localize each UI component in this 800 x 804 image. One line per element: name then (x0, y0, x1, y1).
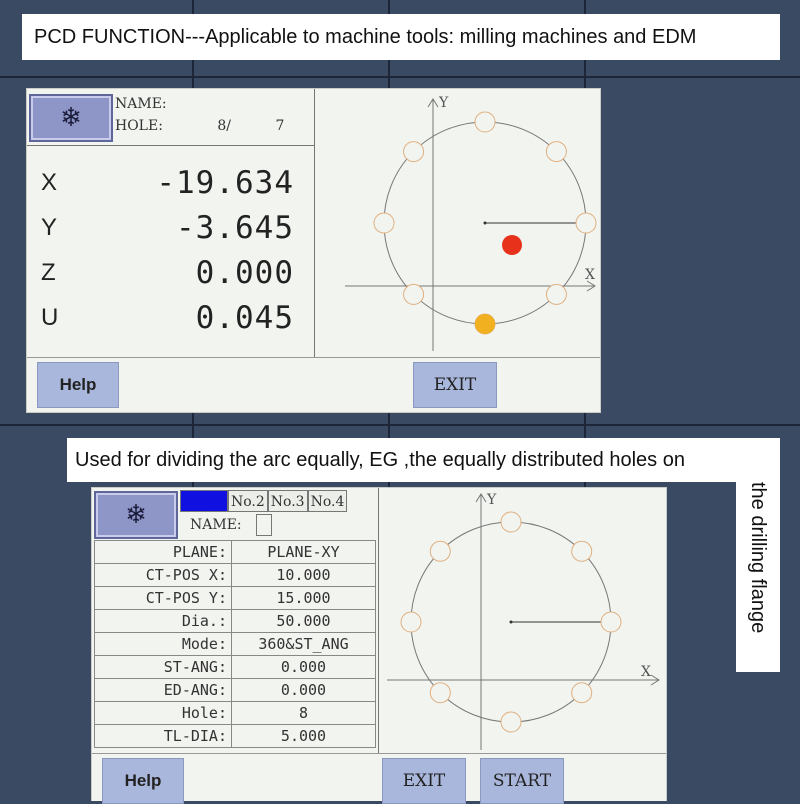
tab-no2[interactable]: No.2 (228, 490, 268, 512)
snowflake-icon[interactable]: ❄ (29, 94, 113, 142)
hole-marker (545, 141, 567, 163)
hole-total: 7 (275, 118, 285, 134)
hole-marker (429, 682, 451, 704)
caption-middle: Used for dividing the arc equally, EG ,t… (67, 438, 780, 482)
parameter-value[interactable]: 50.000 (231, 609, 376, 633)
hole-marker (474, 111, 496, 133)
hole-pattern-plot: X Y (345, 95, 597, 351)
hole-marker (575, 212, 597, 234)
hole-marker (571, 682, 593, 704)
hole-marker (500, 511, 522, 533)
name-label: NAME: (190, 517, 242, 533)
parameter-row: ED-ANG: 0.000 (94, 678, 376, 702)
name-label: NAME: (115, 96, 167, 112)
axis-value-y: -3.645 (176, 210, 294, 246)
hole-marker (403, 141, 425, 163)
background-grid-line (0, 76, 800, 78)
x-axis-label: X (641, 664, 651, 680)
hole-row: HOLE: 8/ 7 (115, 115, 284, 137)
help-button[interactable]: Help (37, 362, 119, 408)
divider (27, 357, 600, 358)
axis-label-y: Y (41, 214, 58, 241)
parameter-row: Dia.: 50.000 (94, 609, 376, 633)
hole-marker (373, 212, 395, 234)
axis-value-x: -19.634 (156, 165, 294, 201)
origin-marker (475, 314, 495, 334)
hole-info: NAME: HOLE: 8/ 7 (115, 93, 284, 137)
axis-label-z: Z (41, 259, 56, 286)
parameter-value[interactable]: PLANE-XY (231, 540, 376, 564)
hole-marker (500, 711, 522, 733)
parameter-key: CT-POS X: (94, 563, 232, 587)
parameter-value[interactable]: 15.000 (231, 586, 376, 610)
hole-current: 8/ (217, 118, 231, 134)
tab-no1[interactable]: No.1 (180, 490, 228, 512)
parameter-key: Dia.: (94, 609, 232, 633)
snowflake-icon[interactable]: ❄ (94, 491, 178, 539)
center-point (483, 221, 487, 225)
parameter-value[interactable]: 8 (231, 701, 376, 725)
hole-marker (571, 540, 593, 562)
divider (92, 753, 666, 754)
caption-top: PCD FUNCTION---Applicable to machine too… (22, 14, 780, 60)
exit-button[interactable]: EXIT (382, 758, 466, 804)
hole-pattern-plot: X Y (387, 492, 660, 750)
hole-marker (400, 611, 422, 633)
parameter-key: ST-ANG: (94, 655, 232, 679)
parameter-row: ST-ANG: 0.000 (94, 655, 376, 679)
help-button[interactable]: Help (102, 758, 184, 804)
start-button[interactable]: START (480, 758, 564, 804)
name-field[interactable] (256, 514, 272, 536)
divider (27, 145, 314, 146)
current-position-marker (502, 235, 522, 255)
hole-marker (429, 540, 451, 562)
parameter-row: PLANE: PLANE-XY (94, 540, 376, 564)
hole-marker (600, 611, 622, 633)
hole-marker (403, 283, 425, 305)
name-row: NAME: (180, 514, 272, 536)
background-grid-line (0, 424, 800, 426)
tab-no4[interactable]: No.4 (307, 490, 348, 512)
parameter-row: CT-POS X: 10.000 (94, 563, 376, 587)
tab-no3[interactable]: No.3 (267, 490, 308, 512)
parameter-row: Hole: 8 (94, 701, 376, 725)
parameter-row: Mode: 360&ST_ANG (94, 632, 376, 656)
parameter-key: Hole: (94, 701, 232, 725)
axis-label-u: U (41, 304, 59, 331)
center-point (509, 620, 513, 624)
parameter-key: ED-ANG: (94, 678, 232, 702)
parameter-key: TL-DIA: (94, 724, 232, 748)
caption-side-text: the drilling flange (747, 482, 769, 634)
axis-label-x: X (41, 169, 58, 196)
parameter-row: CT-POS Y: 15.000 (94, 586, 376, 610)
axis-value-z: 0.000 (195, 255, 294, 291)
pcd-setup-screen: ❄ No.1 No.2 No.3 No.4 NAME: PLANE: PLANE-… (91, 487, 667, 804)
parameter-value[interactable]: 0.000 (231, 655, 376, 679)
hole-marker (545, 283, 567, 305)
exit-button[interactable]: EXIT (413, 362, 497, 408)
parameter-key: CT-POS Y: (94, 586, 232, 610)
parameter-key: Mode: (94, 632, 232, 656)
parameter-value[interactable]: 0.000 (231, 678, 376, 702)
caption-side: the drilling flange (736, 482, 780, 672)
x-axis-label: X (585, 267, 595, 283)
parameter-value[interactable]: 10.000 (231, 563, 376, 587)
parameter-value[interactable]: 5.000 (231, 724, 376, 748)
parameter-value[interactable]: 360&ST_ANG (231, 632, 376, 656)
axis-value-u: 0.045 (195, 300, 294, 336)
pattern-tabs: No.1 No.2 No.3 No.4 (180, 490, 348, 512)
y-axis-label: Y (486, 492, 497, 508)
parameter-key: PLANE: (94, 540, 232, 564)
parameter-table: PLANE: PLANE-XY CT-POS X: 10.000 CT-POS Y: 15… (94, 540, 376, 748)
hole-label: HOLE: (115, 118, 163, 134)
pcd-readout-screen: ❄ NAME: HOLE: 8/ 7 X -19.634 Y -3.645 Z … (26, 88, 601, 413)
parameter-row: TL-DIA: 5.000 (94, 724, 376, 748)
y-axis-label: Y (438, 95, 449, 111)
